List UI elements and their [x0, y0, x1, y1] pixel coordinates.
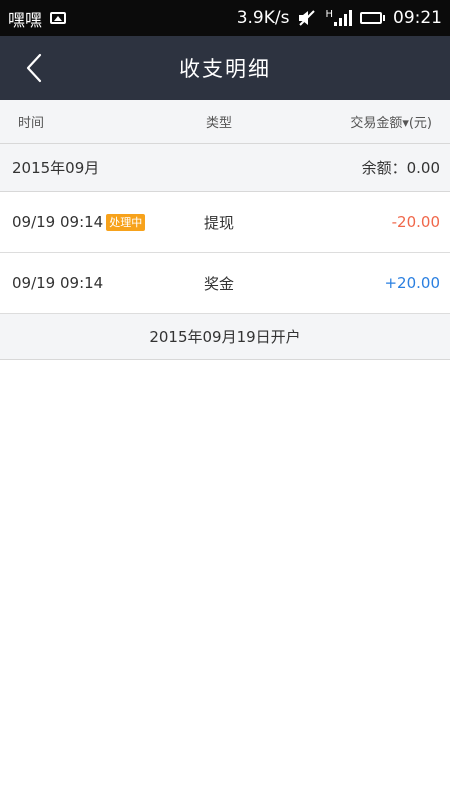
column-type: 类型: [206, 116, 233, 131]
month-label: 2015年09月: [12, 159, 100, 177]
tx-amount: -20.00: [391, 213, 440, 231]
mute-icon: [299, 10, 316, 26]
balance-value: 0.00: [406, 159, 440, 177]
account-open-text: 2015年09月19日开户: [149, 328, 301, 346]
status-bar: 嘿嘿 3.9K/s H 09:21: [0, 0, 450, 36]
status-time: 09:21: [393, 8, 442, 28]
balance: 余额：0.00: [362, 157, 440, 178]
column-amount-sort[interactable]: 交易金额▾(元): [306, 112, 432, 131]
month-group-header: 2015年09月 余额：0.00: [0, 144, 450, 192]
account-open-date: 2015年09月19日开户: [0, 314, 450, 360]
signal-bars: [334, 10, 352, 26]
table-row[interactable]: 09/19 09:14 处理中 提现 -20.00: [0, 192, 450, 253]
network-type: H: [325, 9, 333, 20]
signal-icon: H: [325, 10, 352, 26]
nav-bar: 收支明细: [0, 36, 450, 100]
chevron-left-icon: [26, 53, 42, 83]
balance-label: 余额：: [361, 159, 407, 177]
column-time: 时间: [18, 116, 45, 131]
image-icon: [50, 12, 66, 24]
status-right: 3.9K/s H 09:21: [237, 8, 442, 28]
tx-amount: +20.00: [384, 274, 440, 292]
tx-type: 提现: [204, 213, 235, 232]
tx-time: 09/19 09:14: [12, 213, 104, 231]
battery-icon: [360, 12, 385, 24]
back-button[interactable]: [18, 52, 50, 84]
status-left: 嘿嘿: [8, 6, 66, 31]
screen: 嘿嘿 3.9K/s H 09:21 收支明细 时间 类型 交易金额▾(元) 20…: [0, 0, 450, 800]
table-row[interactable]: 09/19 09:14 奖金 +20.00: [0, 253, 450, 314]
tx-time: 09/19 09:14: [12, 274, 104, 292]
carrier-label: 嘿嘿: [8, 10, 42, 31]
network-speed: 3.9K/s: [236, 8, 290, 28]
status-badge: 处理中: [106, 213, 146, 231]
page-title: 收支明细: [179, 57, 271, 81]
tx-time-cell: 09/19 09:14: [12, 274, 204, 292]
tx-type: 奖金: [204, 274, 235, 293]
column-header: 时间 类型 交易金额▾(元): [0, 100, 450, 144]
tx-time-cell: 09/19 09:14 处理中: [12, 213, 204, 231]
